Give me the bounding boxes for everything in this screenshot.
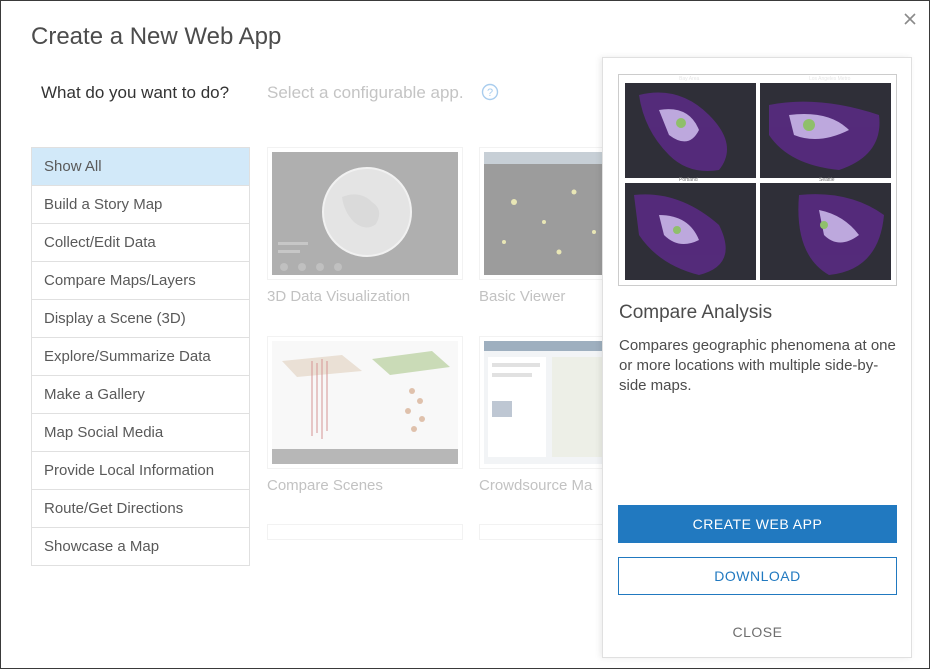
app-tile-3d-data-visualization[interactable]: 3D Data Visualization [267,147,463,305]
app-thumbnail [267,524,463,540]
app-detail-description: Compares geographic phenomena at one or … [619,337,896,394]
category-showcase-map[interactable]: Showcase a Map [32,528,249,565]
app-tile-partial[interactable] [267,524,463,540]
app-thumbnail [267,336,463,469]
category-local-information[interactable]: Provide Local Information [32,452,249,490]
app-detail-panel: Bay Area Los Angeles Metro Portland Seat… [602,57,912,658]
dialog-title: Create a New Web App [31,23,282,50]
category-list: Show All Build a Story Map Collect/Edit … [31,147,250,566]
help-icon[interactable]: ? [481,83,499,101]
close-icon[interactable] [900,9,920,29]
select-app-prompt: Select a configurable app. [267,83,464,102]
category-make-gallery[interactable]: Make a Gallery [32,376,249,414]
category-route-directions[interactable]: Route/Get Directions [32,490,249,528]
category-explore-summarize[interactable]: Explore/Summarize Data [32,338,249,376]
preview-label-seattle: Seattle [819,177,835,183]
create-web-app-button[interactable]: CREATE WEB APP [618,505,897,543]
create-web-app-dialog: Create a New Web App What do you want to… [0,0,930,669]
preview-label-bay-area: Bay Area [679,76,700,82]
download-button[interactable]: DOWNLOAD [618,557,897,595]
category-display-scene[interactable]: Display a Scene (3D) [32,300,249,338]
app-detail-title: Compare Analysis [619,302,773,323]
app-preview-image: Bay Area Los Angeles Metro Portland Seat… [618,74,897,286]
preview-label-portland: Portland [679,177,698,183]
close-button[interactable]: CLOSE [618,614,897,652]
app-tile-label: 3D Data Visualization [267,288,411,305]
category-question: What do you want to do? [41,83,230,102]
category-map-social-media[interactable]: Map Social Media [32,414,249,452]
category-build-story-map[interactable]: Build a Story Map [32,186,249,224]
category-show-all[interactable]: Show All [32,148,249,186]
app-tile-label: Compare Scenes [267,477,383,494]
category-collect-edit-data[interactable]: Collect/Edit Data [32,224,249,262]
app-thumbnail [267,147,463,280]
app-tile-compare-scenes[interactable]: Compare Scenes [267,336,463,494]
preview-label-los-angeles: Los Angeles Metro [809,76,851,82]
category-compare-maps-layers[interactable]: Compare Maps/Layers [32,262,249,300]
svg-text:?: ? [487,87,493,99]
